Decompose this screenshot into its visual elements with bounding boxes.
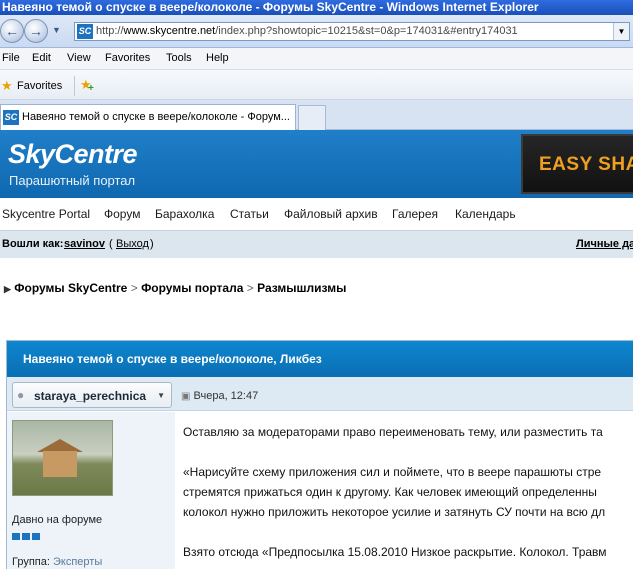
open-paren: ( xyxy=(109,238,113,250)
nav-files[interactable]: Файловый архив xyxy=(284,207,378,221)
add-favorite-icon[interactable]: ★ + xyxy=(80,77,98,94)
post-body: Оставляю за модераторами право переимено… xyxy=(183,412,633,569)
topic-container: Навеяно темой о спуске в веере/колоколе,… xyxy=(6,340,633,569)
logout-link[interactable]: Выход xyxy=(116,238,149,250)
menu-bar: File Edit View Favorites Tools Help xyxy=(0,48,633,70)
nav-articles[interactable]: Статьи xyxy=(230,207,269,221)
menu-favorites[interactable]: Favorites xyxy=(105,52,150,64)
url-prefix: http:// xyxy=(96,25,124,37)
banner-text: EASY SHA xyxy=(539,154,633,175)
breadcrumb-thoughts[interactable]: Размышлизмы xyxy=(257,281,346,295)
personal-data-link[interactable]: Личные да xyxy=(576,238,633,250)
topic-title: Навеяно темой о спуске в веере/колоколе,… xyxy=(7,341,633,377)
username-link[interactable]: savinov xyxy=(64,238,105,250)
star-icon[interactable]: ★ xyxy=(1,78,13,94)
new-tab-button[interactable] xyxy=(298,105,326,130)
author-since: Давно на форуме xyxy=(12,514,103,526)
post-icon: ▣ xyxy=(181,391,191,402)
author-dropdown[interactable]: ● staraya_perechnica ▼ xyxy=(12,382,172,408)
favorites-bar: ★ Favorites ★ + xyxy=(0,70,633,100)
menu-tools[interactable]: Tools xyxy=(166,52,192,64)
tab-bar: SC Навеяно темой о спуске в веере/колоко… xyxy=(0,100,633,130)
window-title: Навеяно темой о спуске в веере/колоколе … xyxy=(0,0,633,15)
nav-gallery[interactable]: Галерея xyxy=(392,207,438,221)
site-logo[interactable]: SkyCentre xyxy=(8,139,138,170)
address-url[interactable]: http://www.skycentre.net/index.php?showt… xyxy=(96,25,518,37)
nav-calendar[interactable]: Календарь xyxy=(455,207,516,221)
group-label: Группа: xyxy=(12,556,50,568)
url-host: www.skycentre.net xyxy=(123,25,216,37)
menu-view[interactable]: View xyxy=(67,52,91,64)
avatar[interactable] xyxy=(12,420,113,496)
nav-portal[interactable]: Skycentre Portal xyxy=(2,207,90,221)
post-line: Взято отсюда «Предпосылка 15.08.2010 Низ… xyxy=(183,545,607,559)
history-dropdown-icon[interactable]: ▼ xyxy=(52,25,61,35)
tab-active[interactable]: SC Навеяно темой о спуске в веере/колоко… xyxy=(0,104,296,130)
favorites-button[interactable]: Favorites xyxy=(17,80,62,92)
user-bar: Вошли как: savinov ( Выход ) Личные да xyxy=(0,230,633,258)
back-arrow-icon: ← xyxy=(5,23,19,39)
chevron-down-icon: ▼ xyxy=(157,391,165,400)
ad-banner[interactable]: EASY SHA xyxy=(521,134,633,194)
menu-edit[interactable]: Edit xyxy=(32,52,51,64)
author-name: staraya_perechnica xyxy=(34,389,147,403)
logged-as-label: Вошли как: xyxy=(2,238,64,250)
toolbar-divider xyxy=(74,76,75,96)
menu-help[interactable]: Help xyxy=(206,52,229,64)
post-line: «Нарисуйте схему приложения сил и поймет… xyxy=(183,465,602,479)
site-header: SkyCentre Парашютный портал EASY SHA xyxy=(0,130,633,198)
rank-pips xyxy=(12,529,42,543)
breadcrumb-arrow-icon: ▶ xyxy=(4,284,11,294)
tab-favicon-icon: SC xyxy=(3,110,19,125)
author-info: Давно на форуме Группа: Эксперты xyxy=(7,412,175,569)
breadcrumb: ▶ Форумы SkyCentre > Форумы портала > Ра… xyxy=(4,281,346,295)
forward-arrow-icon: → xyxy=(29,23,43,39)
site-nav: Skycentre Portal Форум Барахолка Статьи … xyxy=(0,198,633,230)
post-header: ● staraya_perechnica ▼ ▣ Вчера, 12:47 xyxy=(7,377,633,411)
address-dropdown-icon[interactable]: ▼ xyxy=(613,23,629,40)
breadcrumb-forums[interactable]: Форумы SkyCentre xyxy=(14,281,127,295)
person-icon: ● xyxy=(17,388,25,402)
breadcrumb-separator: > xyxy=(246,281,254,295)
breadcrumb-portal-forums[interactable]: Форумы портала xyxy=(141,281,243,295)
post-line: колокол нужно приложить некоторое усилие… xyxy=(183,505,606,519)
site-favicon-icon: SC xyxy=(77,24,93,39)
address-toolbar: ← → ▼ SC http://www.skycentre.net/index.… xyxy=(0,15,633,48)
forward-button[interactable]: → xyxy=(24,19,48,43)
address-bar[interactable]: SC http://www.skycentre.net/index.php?sh… xyxy=(74,22,630,41)
close-paren: ) xyxy=(150,238,154,250)
nav-forum[interactable]: Форум xyxy=(104,207,140,221)
post-date-text: Вчера, 12:47 xyxy=(193,390,259,402)
menu-file[interactable]: File xyxy=(2,52,20,64)
tab-label: Навеяно темой о спуске в веере/колоколе … xyxy=(22,111,290,123)
post-date: ▣ Вчера, 12:47 xyxy=(181,390,258,402)
post-line: стремятся прижаться один к другому. Как … xyxy=(183,485,597,499)
author-group: Группа: Эксперты xyxy=(12,556,102,568)
site-tagline: Парашютный портал xyxy=(9,173,136,188)
back-button[interactable]: ← xyxy=(0,19,24,43)
url-path: /index.php?showtopic=10215&st=0&p=174031… xyxy=(215,25,518,37)
post-line: Оставляю за модераторами право переимено… xyxy=(183,425,603,439)
nav-market[interactable]: Барахолка xyxy=(155,207,214,221)
avatar-hut xyxy=(43,451,77,477)
breadcrumb-separator: > xyxy=(130,281,138,295)
group-value: Эксперты xyxy=(52,556,103,568)
